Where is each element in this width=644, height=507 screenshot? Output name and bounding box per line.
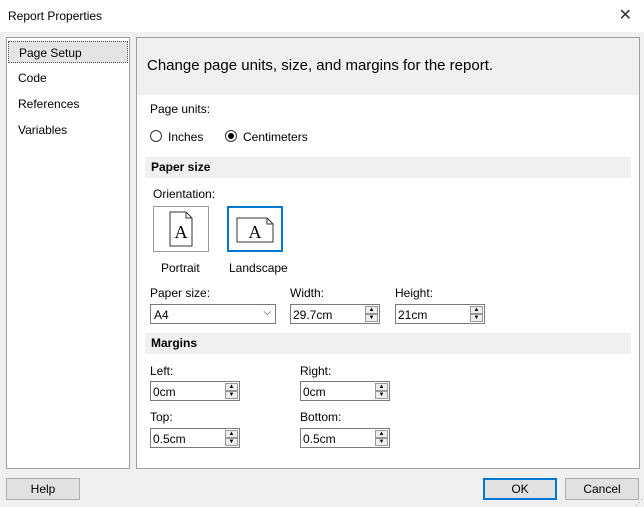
close-icon[interactable]: ✕ — [619, 5, 632, 25]
landscape-page-icon: A — [236, 217, 274, 243]
portrait-button[interactable]: A — [153, 206, 209, 252]
right-margin-value: 0cm — [303, 385, 326, 399]
portrait-glyph: A — [175, 222, 188, 242]
landscape-label: Landscape — [229, 261, 288, 275]
bottom-up-arrow-icon[interactable]: ▲ — [375, 430, 388, 438]
bottom-margin-value: 0.5cm — [303, 432, 336, 446]
right-margin-label: Right: — [300, 364, 332, 378]
left-margin-label: Left: — [150, 364, 174, 378]
portrait-label: Portrait — [161, 261, 200, 275]
paper-size-value: A4 — [154, 308, 169, 322]
top-up-arrow-icon[interactable]: ▲ — [225, 430, 238, 438]
paper-size-select[interactable]: A4 ⌵ — [150, 304, 276, 324]
landscape-button[interactable]: A — [227, 206, 283, 252]
inches-radio[interactable] — [150, 130, 162, 142]
sidebar-item-code[interactable]: Code — [8, 67, 128, 89]
paper-size-label: Paper size: — [150, 286, 211, 300]
width-label: Width: — [290, 286, 325, 300]
height-value: 21cm — [398, 308, 428, 322]
page-units-label: Page units: — [150, 102, 211, 116]
inches-label[interactable]: Inches — [168, 130, 203, 144]
help-button[interactable]: Help — [6, 478, 80, 500]
sidebar-item-page-setup[interactable]: Page Setup — [8, 41, 128, 63]
height-stepper[interactable]: 21cm ▲ ▼ — [395, 304, 485, 324]
sidebar-item-references[interactable]: References — [8, 93, 128, 115]
top-margin-value: 0.5cm — [153, 432, 186, 446]
orientation-label: Orientation: — [153, 187, 216, 201]
height-up-arrow-icon[interactable]: ▲ — [470, 306, 483, 314]
top-margin-label: Top: — [150, 410, 173, 424]
left-margin-stepper[interactable]: 0cm ▲ ▼ — [150, 381, 240, 401]
left-down-arrow-icon[interactable]: ▼ — [225, 391, 238, 399]
right-margin-stepper[interactable]: 0cm ▲ ▼ — [300, 381, 390, 401]
resize-grip-icon[interactable]: ⋰ — [635, 498, 643, 507]
top-down-arrow-icon[interactable]: ▼ — [225, 438, 238, 446]
centimeters-radio[interactable] — [225, 130, 237, 142]
chevron-down-icon: ⌵ — [263, 307, 271, 318]
bottom-down-arrow-icon[interactable]: ▼ — [375, 438, 388, 446]
width-stepper[interactable]: 29.7cm ▲ ▼ — [290, 304, 380, 324]
landscape-glyph: A — [249, 222, 262, 242]
right-up-arrow-icon[interactable]: ▲ — [375, 383, 388, 391]
height-label: Height: — [395, 286, 434, 300]
left-margin-value: 0cm — [153, 385, 176, 399]
paper-size-section: Paper size — [145, 157, 631, 178]
panel-header-text: Change page units, size, and margins for… — [147, 57, 494, 74]
portrait-page-icon: A — [169, 211, 193, 247]
left-up-arrow-icon[interactable]: ▲ — [225, 383, 238, 391]
centimeters-label[interactable]: Centimeters — [243, 130, 308, 144]
ok-button[interactable]: OK — [483, 478, 557, 500]
sidebar-item-variables[interactable]: Variables — [8, 119, 128, 141]
height-down-arrow-icon[interactable]: ▼ — [470, 314, 483, 322]
bottom-margin-label: Bottom: — [300, 410, 342, 424]
page-setup-panel: Change page units, size, and margins for… — [136, 37, 640, 469]
width-down-arrow-icon[interactable]: ▼ — [365, 314, 378, 322]
width-up-arrow-icon[interactable]: ▲ — [365, 306, 378, 314]
sidebar: Page Setup Code References Variables — [6, 37, 130, 469]
top-margin-stepper[interactable]: 0.5cm ▲ ▼ — [150, 428, 240, 448]
cancel-button[interactable]: Cancel — [565, 478, 639, 500]
panel-header: Change page units, size, and margins for… — [137, 38, 639, 95]
bottom-margin-stepper[interactable]: 0.5cm ▲ ▼ — [300, 428, 390, 448]
width-value: 29.7cm — [293, 308, 333, 322]
right-down-arrow-icon[interactable]: ▼ — [375, 391, 388, 399]
title-bar: Report Properties ✕ — [0, 0, 644, 32]
margins-section: Margins — [145, 333, 631, 354]
window-title: Report Properties — [8, 9, 103, 23]
